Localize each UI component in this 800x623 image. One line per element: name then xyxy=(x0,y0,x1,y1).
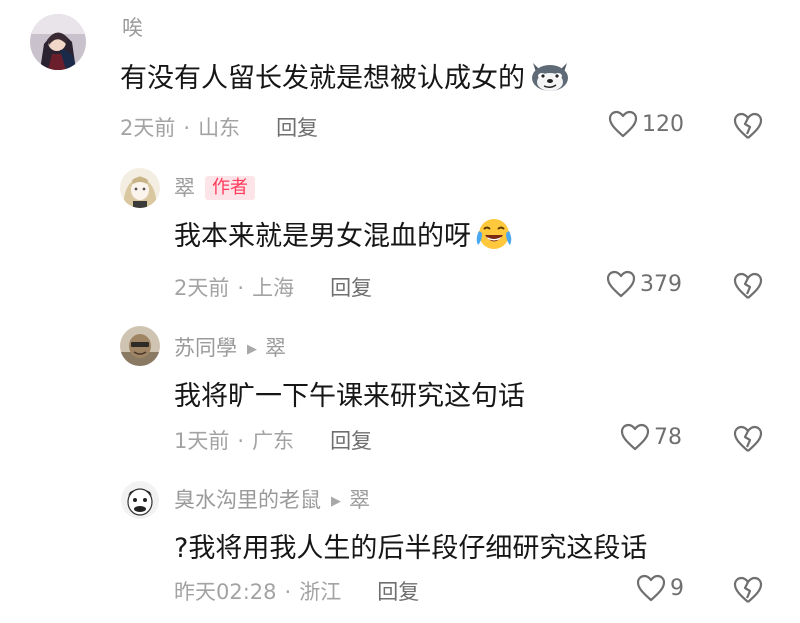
broken-heart-icon xyxy=(733,425,763,452)
like-count: 78 xyxy=(654,424,682,450)
reply-button[interactable]: 回复 xyxy=(330,276,372,300)
comment-meta: 2天前 · 上海 回复 xyxy=(174,276,373,300)
comment-time: 昨天02:28 xyxy=(174,580,277,604)
comment-username[interactable]: 唉 xyxy=(122,12,143,42)
reply-to-user[interactable]: 翠 xyxy=(265,336,286,360)
avatar[interactable] xyxy=(120,326,160,366)
comment-location: 山东 xyxy=(198,116,241,140)
comment-location: 广东 xyxy=(252,429,295,453)
comment-location: 浙江 xyxy=(299,580,342,604)
dislike-button[interactable] xyxy=(733,425,763,457)
heart-outline-icon xyxy=(620,423,650,451)
comment-meta: 昨天02:28 · 浙江 回复 xyxy=(174,580,420,604)
comment-username[interactable]: 臭水沟里的老鼠 ▶ 翠 xyxy=(174,484,370,514)
comment-section: 唉 有没有人留长发就是想被认成女的 2天前 · 山东 回复 120 翠 作者 我… xyxy=(0,0,800,623)
like-button[interactable]: 78 xyxy=(620,423,682,451)
broken-heart-icon xyxy=(733,576,763,603)
comment-text: 有没有人留长发就是想被认成女的 xyxy=(120,56,571,95)
avatar[interactable] xyxy=(120,480,160,520)
comment-text: 我将旷一下午课来研究这句话 xyxy=(174,381,525,412)
broken-heart-icon xyxy=(733,272,763,299)
heart-outline-icon xyxy=(608,110,638,138)
comment-time: 1天前 xyxy=(174,429,230,453)
broken-heart-icon xyxy=(733,112,763,139)
heart-outline-icon xyxy=(606,270,636,298)
like-count: 9 xyxy=(670,575,684,601)
reply-to-user[interactable]: 翠 xyxy=(349,488,370,512)
comment-text: 我本来就是男女混血的呀 xyxy=(174,214,513,253)
comment-time: 2天前 xyxy=(120,116,176,140)
comment-meta: 2天前 · 山东 回复 xyxy=(120,116,319,140)
like-count: 120 xyxy=(642,111,684,137)
avatar[interactable] xyxy=(120,168,160,208)
dislike-button[interactable] xyxy=(733,576,763,608)
like-count: 379 xyxy=(640,271,682,297)
reply-button[interactable]: 回复 xyxy=(276,116,318,140)
triangle-right-icon: ▶ xyxy=(247,342,257,357)
comment-meta: 1天前 · 广东 回复 xyxy=(174,429,373,453)
comment-username[interactable]: 翠作者 xyxy=(174,172,255,202)
heart-outline-icon xyxy=(636,574,666,602)
comment-text: ?我将用我人生的后半段仔细研究这段话 xyxy=(174,533,648,564)
comment-username[interactable]: 苏同學 ▶ 翠 xyxy=(174,332,286,362)
like-button[interactable]: 120 xyxy=(608,110,684,138)
author-badge: 作者 xyxy=(205,176,255,200)
like-button[interactable]: 9 xyxy=(636,574,684,602)
laugh-cry-emoji xyxy=(475,217,513,251)
triangle-right-icon: ▶ xyxy=(331,494,341,509)
dislike-button[interactable] xyxy=(733,112,763,144)
like-button[interactable]: 379 xyxy=(606,270,682,298)
avatar[interactable] xyxy=(30,14,86,70)
dislike-button[interactable] xyxy=(733,272,763,304)
reply-button[interactable]: 回复 xyxy=(330,429,372,453)
comment-location: 上海 xyxy=(252,276,295,300)
comment-time: 2天前 xyxy=(174,276,230,300)
reply-button[interactable]: 回复 xyxy=(377,580,419,604)
husky-emoji xyxy=(529,59,571,93)
